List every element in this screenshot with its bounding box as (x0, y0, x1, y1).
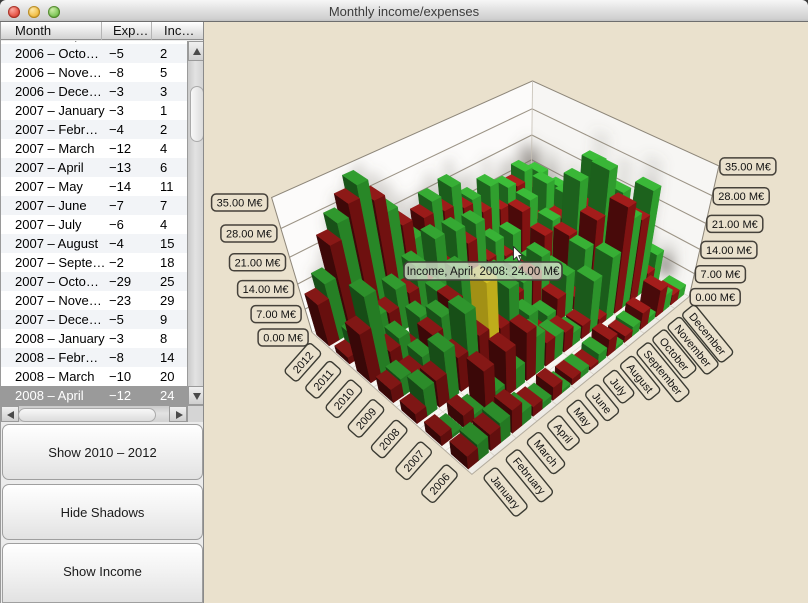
svg-text:35.00 M€: 35.00 M€ (217, 198, 263, 210)
svg-text:0.00 M€: 0.00 M€ (695, 292, 735, 304)
svg-text:21.00 M€: 21.00 M€ (712, 219, 758, 231)
svg-text:14.00 M€: 14.00 M€ (243, 284, 289, 296)
svg-text:0.00 M€: 0.00 M€ (263, 333, 303, 345)
svg-text:28.00 M€: 28.00 M€ (718, 191, 764, 203)
svg-text:7.00 M€: 7.00 M€ (256, 309, 296, 321)
svg-text:Income, April, 2008: 24.00 M€: Income, April, 2008: 24.00 M€ (407, 266, 560, 278)
svg-text:28.00 M€: 28.00 M€ (226, 229, 272, 241)
svg-text:35.00 M€: 35.00 M€ (725, 161, 771, 173)
svg-text:14.00 M€: 14.00 M€ (706, 245, 752, 257)
svg-text:21.00 M€: 21.00 M€ (235, 257, 281, 269)
svg-text:7.00 M€: 7.00 M€ (701, 269, 741, 281)
